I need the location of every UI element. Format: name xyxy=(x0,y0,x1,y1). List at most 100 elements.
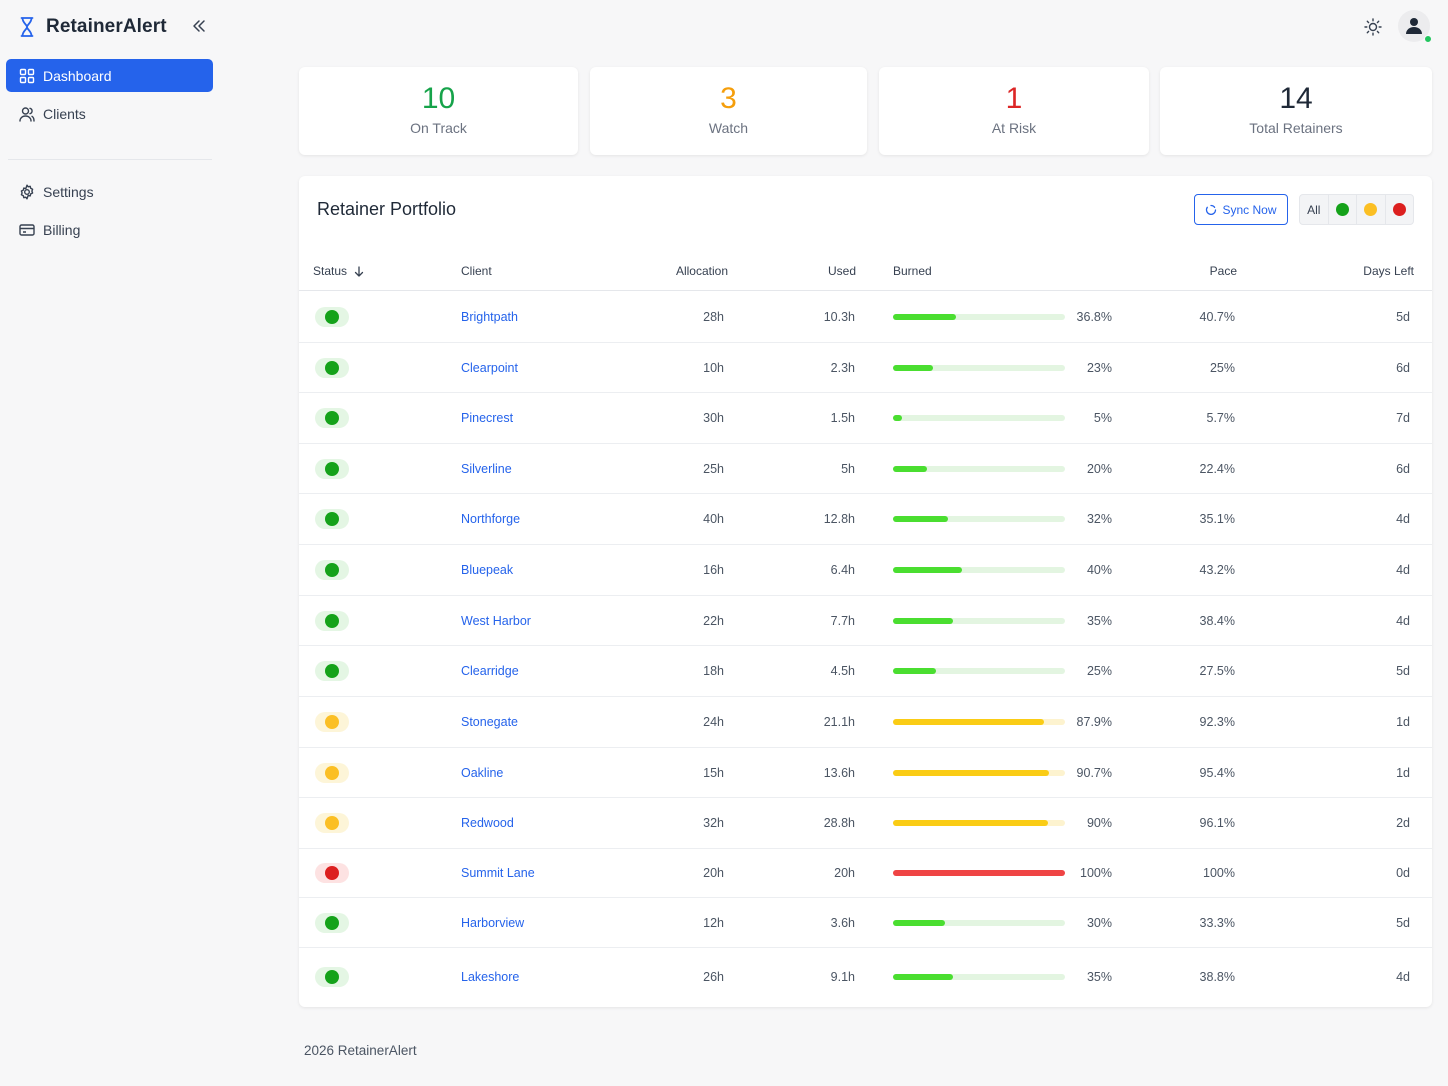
column-header-status[interactable]: Status xyxy=(313,251,364,291)
column-header-pace[interactable]: Pace xyxy=(1210,251,1237,291)
client-link[interactable]: Lakeshore xyxy=(461,970,519,984)
days-left-cell: 6d xyxy=(1396,343,1410,392)
table-row[interactable]: Clearridge 18h 4.5h 25% 27.5% 5d xyxy=(299,646,1432,697)
table-row[interactable]: Redwood 32h 28.8h 90% 96.1% 2d xyxy=(299,798,1432,849)
client-link[interactable]: Summit Lane xyxy=(461,866,535,880)
client-link[interactable]: West Harbor xyxy=(461,614,531,628)
sidebar-item-settings[interactable]: Settings xyxy=(6,175,213,208)
filter-yellow-button[interactable] xyxy=(1357,195,1386,224)
column-header-allocation[interactable]: Allocation xyxy=(676,251,728,291)
burn-progress-bar xyxy=(893,870,1065,876)
sidebar-item-label: Billing xyxy=(43,221,81,238)
client-link[interactable]: Harborview xyxy=(461,916,524,930)
status-badge xyxy=(315,762,349,783)
client-link[interactable]: Stonegate xyxy=(461,715,518,729)
burned-cell: 35% xyxy=(1087,596,1112,645)
secondary-nav: Settings Billing xyxy=(6,175,213,251)
allocation-cell: 24h xyxy=(703,697,724,747)
green-dot-icon xyxy=(325,613,339,628)
table-row[interactable]: Pinecrest 30h 1.5h 5% 5.7% 7d xyxy=(299,393,1432,444)
status-cell xyxy=(299,343,359,392)
allocation-cell: 18h xyxy=(703,646,724,696)
used-value: 6.4h xyxy=(830,563,855,577)
client-link[interactable]: Northforge xyxy=(461,512,520,526)
sidebar-item-dashboard[interactable]: Dashboard xyxy=(6,59,213,92)
table-row[interactable]: Brightpath 28h 10.3h 36.8% 40.7% 5d xyxy=(299,292,1432,343)
column-header-used[interactable]: Used xyxy=(828,251,856,291)
brand[interactable]: RetainerAlert xyxy=(18,14,167,40)
status-cell xyxy=(299,898,359,947)
days-left-cell: 5d xyxy=(1396,898,1410,947)
client-cell: Bluepeak xyxy=(461,545,513,595)
burn-progress-bar xyxy=(893,668,1065,674)
table-row[interactable]: Oakline 15h 13.6h 90.7% 95.4% 1d xyxy=(299,748,1432,798)
client-link[interactable]: Bluepeak xyxy=(461,563,513,577)
status-filter-group: All xyxy=(1299,194,1414,225)
table-row[interactable]: Lakeshore 26h 9.1h 35% 38.8% 4d xyxy=(299,948,1432,1006)
allocation-value: 15h xyxy=(703,765,724,780)
client-link[interactable]: Clearridge xyxy=(461,664,519,678)
stat-card-on-track: 10 On Track xyxy=(299,67,578,155)
arrow-down-icon xyxy=(354,265,364,277)
table-row[interactable]: Bluepeak 16h 6.4h 40% 43.2% 4d xyxy=(299,545,1432,596)
allocation-cell: 16h xyxy=(703,545,724,595)
green-dot-icon xyxy=(325,512,339,526)
status-cell xyxy=(299,849,359,897)
burn-progress-bar xyxy=(893,719,1065,725)
client-link[interactable]: Brightpath xyxy=(461,310,518,324)
sidebar-item-billing[interactable]: Billing xyxy=(6,213,213,246)
days-left-value: 2d xyxy=(1396,816,1410,830)
filter-red-button[interactable] xyxy=(1386,195,1414,224)
column-header-client[interactable]: Client xyxy=(461,251,492,291)
status-cell xyxy=(299,393,359,443)
client-link[interactable]: Clearpoint xyxy=(461,361,518,375)
days-left-value: 6d xyxy=(1396,360,1410,375)
filter-all-button[interactable]: All xyxy=(1300,195,1329,224)
burn-progress-bar xyxy=(893,617,1065,624)
burn-progress-bar xyxy=(893,516,1065,522)
table-row[interactable]: West Harbor 22h 7.7h 35% 38.4% 4d xyxy=(299,596,1432,646)
burn-progress-bar xyxy=(893,769,1065,776)
green-dot-icon xyxy=(325,411,339,425)
column-header-burned[interactable]: Burned xyxy=(893,251,932,291)
theme-toggle-button[interactable] xyxy=(1362,16,1384,38)
allocation-value: 30h xyxy=(703,411,724,425)
used-cell: 28.8h xyxy=(824,798,855,848)
status-badge xyxy=(315,863,349,883)
status-cell xyxy=(299,596,359,645)
column-header-label: Used xyxy=(827,264,856,278)
table-row[interactable]: Clearpoint 10h 2.3h 23% 25% 6d xyxy=(299,343,1432,393)
burned-bar-cell xyxy=(893,494,1065,544)
user-avatar-button[interactable] xyxy=(1398,10,1432,43)
burned-value: 25% xyxy=(1086,664,1112,678)
table-row[interactable]: Northforge 40h 12.8h 32% 35.1% 4d xyxy=(299,494,1432,545)
table-row[interactable]: Stonegate 24h 21.1h 87.9% 92.3% 1d xyxy=(299,697,1432,748)
used-value: 7.7h xyxy=(830,613,855,628)
green-dot-icon xyxy=(325,915,339,930)
column-header-days-left[interactable]: Days Left xyxy=(1363,251,1414,291)
status-badge xyxy=(315,813,349,833)
allocation-value: 25h xyxy=(703,461,724,476)
table-row[interactable]: Silverline 25h 5h 20% 22.4% 6d xyxy=(299,444,1432,494)
stat-card-watch: 3 Watch xyxy=(590,67,867,155)
client-link[interactable]: Redwood xyxy=(461,816,514,830)
collapse-sidebar-button[interactable] xyxy=(188,15,210,37)
status-cell xyxy=(299,748,359,797)
burn-progress-fill xyxy=(893,364,933,371)
sync-now-button[interactable]: Sync Now xyxy=(1194,194,1288,225)
filter-green-button[interactable] xyxy=(1329,195,1357,224)
used-value: 1.5h xyxy=(830,411,855,425)
used-cell: 21.1h xyxy=(824,697,855,747)
burned-bar-cell xyxy=(893,948,1065,1006)
table-row[interactable]: Harborview 12h 3.6h 30% 33.3% 5d xyxy=(299,898,1432,948)
days-left-value: 4d xyxy=(1396,512,1410,526)
status-cell xyxy=(299,545,359,595)
table-row[interactable]: Summit Lane 20h 20h 100% 100% 0d xyxy=(299,849,1432,898)
client-link[interactable]: Silverline xyxy=(461,462,512,476)
column-header-label: Days Left xyxy=(1363,264,1414,278)
client-link[interactable]: Pinecrest xyxy=(461,411,513,425)
status-badge xyxy=(315,560,349,580)
client-link[interactable]: Oakline xyxy=(461,766,503,780)
days-left-value: 5d xyxy=(1396,310,1410,324)
sidebar-item-clients[interactable]: Clients xyxy=(6,97,213,130)
